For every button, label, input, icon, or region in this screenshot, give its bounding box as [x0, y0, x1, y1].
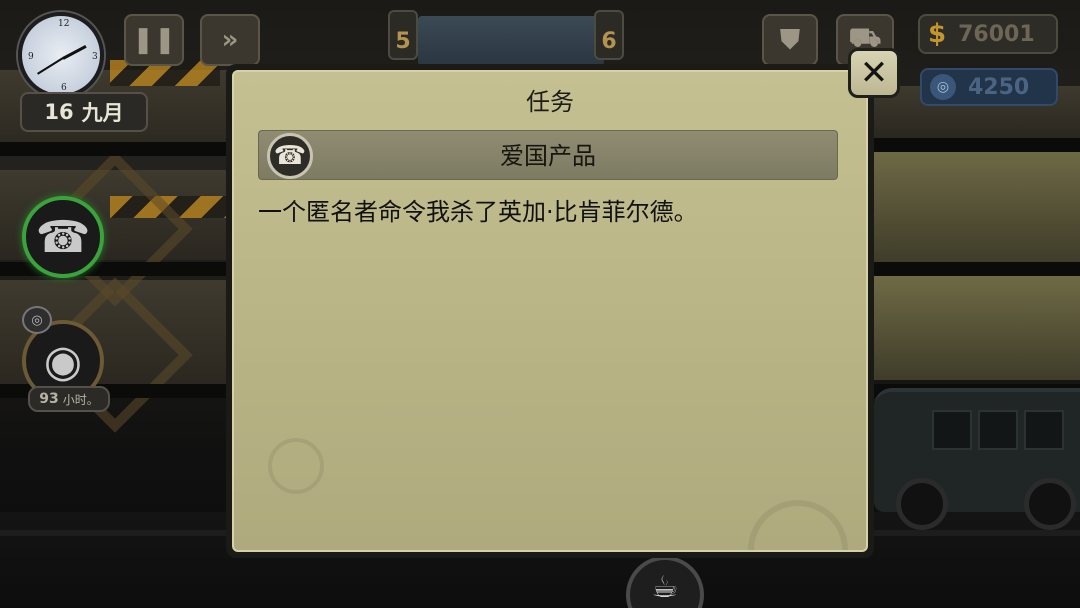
building-room — [874, 150, 1080, 262]
token-value: 4250 — [968, 74, 1030, 100]
clock-minute-hand — [37, 57, 64, 75]
dollar-icon: $ — [928, 19, 947, 49]
floor-indicator-right: 6 — [594, 10, 624, 60]
building-floor — [874, 138, 1080, 152]
dialog-title: 任务 — [526, 88, 574, 116]
bus — [874, 388, 1080, 530]
clock-numeral: 9 — [28, 52, 34, 62]
phone-icon: ☎ — [35, 211, 91, 263]
bus-window — [1024, 410, 1064, 450]
close-icon: ✕ — [859, 53, 889, 93]
money-counter: $ 76001 — [918, 14, 1058, 54]
compass-watermark-icon — [268, 438, 324, 494]
token-badge-icon: ◎ — [22, 306, 52, 334]
clock-numeral: 3 — [92, 52, 98, 62]
money-value: 76001 — [958, 21, 1035, 47]
floor-indicator-left: 5 — [388, 10, 418, 60]
compass-watermark-icon — [748, 500, 848, 550]
bus-wheel — [1024, 478, 1076, 530]
bag-icon: ⛊ — [780, 24, 800, 55]
bus-window — [978, 410, 1018, 450]
clock-numeral: 12 — [58, 19, 70, 29]
fast-forward-button[interactable]: » — [200, 14, 260, 66]
token-icon: ◎ — [930, 74, 956, 100]
coffee-icon: ☕ — [651, 570, 679, 605]
mission-name: 爱国产品 — [500, 142, 596, 170]
phone-task-button[interactable]: ☎ — [22, 196, 104, 278]
hours-remaining: 93 小时。 — [28, 386, 110, 412]
close-button[interactable]: ✕ — [848, 48, 900, 98]
token-counter: ◎ 4250 — [920, 68, 1058, 106]
mission-dialog: 任务 爱国产品 ☎ 一个匿名者命令我杀了英加·比肯菲尔德。 — [226, 64, 874, 558]
game-clock: 12 3 6 9 — [18, 12, 104, 98]
date-day: 16 — [44, 100, 74, 124]
phone-icon: ☎ — [267, 133, 313, 179]
building-room — [874, 276, 1080, 380]
floor-number: 6 — [601, 29, 617, 54]
mission-description: 一个匿名者命令我杀了英加·比肯菲尔德。 — [258, 198, 698, 226]
bus-wheel — [896, 478, 948, 530]
bus-window — [932, 410, 972, 450]
pause-icon: ❚❚ — [132, 25, 176, 55]
clock-hour-hand — [62, 44, 87, 60]
floor-number: 5 — [395, 29, 411, 54]
spy-icon: ◉ — [43, 335, 83, 387]
elevator-panel — [418, 16, 604, 66]
mission-header[interactable]: 爱国产品 ☎ — [258, 130, 838, 180]
hours-value: 93 — [39, 391, 59, 407]
date-display: 16 九月 — [20, 92, 148, 132]
dialog-panel: 任务 爱国产品 ☎ 一个匿名者命令我杀了英加·比肯菲尔德。 — [232, 70, 868, 552]
date-month: 九月 — [81, 101, 124, 125]
pause-button[interactable]: ❚❚ — [124, 14, 184, 66]
hours-unit: 小时。 — [62, 392, 99, 407]
inventory-button[interactable]: ⛊ — [762, 14, 818, 66]
fast-forward-icon: » — [221, 25, 239, 55]
